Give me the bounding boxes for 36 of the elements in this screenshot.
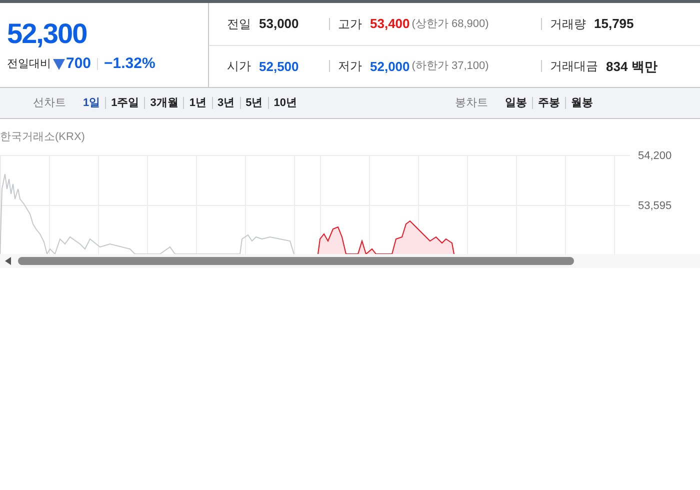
- stat-label: 시가: [227, 58, 251, 76]
- scrollbar-thumb[interactable]: [18, 257, 574, 265]
- period-tab[interactable]: 5년: [240, 94, 268, 112]
- period-tab[interactable]: 1년: [184, 94, 212, 112]
- stat-label: 거래량: [550, 16, 586, 33]
- stat-value: 52,000: [370, 58, 410, 76]
- period-tab[interactable]: 일봉: [500, 94, 532, 112]
- limit-price: (하한가 37,100): [412, 59, 489, 74]
- current-price: 52,300: [7, 17, 88, 51]
- period-tab[interactable]: 주봉: [533, 94, 565, 112]
- scroll-left-icon[interactable]: [5, 257, 11, 265]
- tab-group-label: 봉차트: [455, 96, 488, 111]
- period-tab[interactable]: 10년: [268, 94, 302, 112]
- stat-label: 고가: [338, 16, 362, 33]
- period-tab[interactable]: 3개월: [145, 94, 184, 112]
- exchange-label: 한국거래소(KRX): [0, 130, 85, 145]
- change-label: 전일대비: [7, 57, 51, 72]
- stat-value: 53,400: [370, 15, 410, 33]
- tab-group-label: 선차트: [33, 96, 66, 111]
- period-tab[interactable]: 1일: [78, 94, 106, 112]
- stat-value: 52,500: [259, 58, 299, 76]
- period-tab[interactable]: 월봉: [566, 94, 598, 112]
- limit-price: (상한가 68,900): [412, 16, 489, 32]
- y-axis-label: 53,595: [638, 199, 672, 214]
- y-axis-label: 54,200: [638, 149, 672, 164]
- stat-value: 53,000: [259, 15, 299, 33]
- change-amount: 700: [66, 54, 92, 74]
- change-percent: −1.32%: [104, 54, 156, 74]
- stat-label: 거래대금: [550, 58, 598, 76]
- stat-value: 15,795: [594, 15, 634, 33]
- stat-label: 저가: [338, 58, 362, 76]
- stat-value: 834 백만: [606, 58, 658, 76]
- horizontal-scrollbar[interactable]: [0, 254, 700, 268]
- stat-label: 전일: [227, 16, 251, 33]
- period-tab[interactable]: 1주일: [106, 94, 144, 112]
- period-tab[interactable]: 3년: [212, 94, 240, 112]
